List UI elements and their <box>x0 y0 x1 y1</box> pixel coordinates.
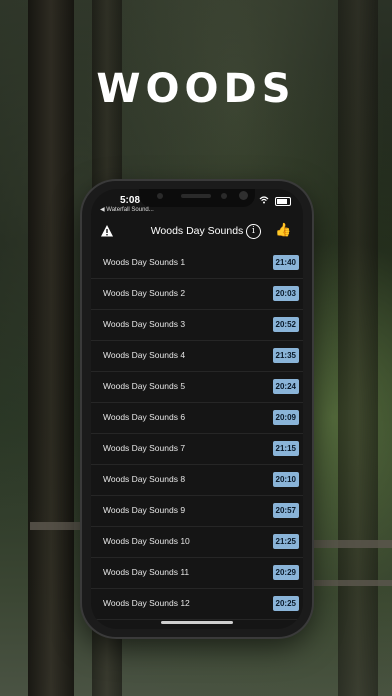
track-duration-badge: 21:25 <box>272 534 299 549</box>
track-title: Woods Day Sounds 5 <box>103 381 186 391</box>
track-row[interactable]: Woods Day Sounds 8 20:10 <box>91 465 303 496</box>
track-title: Woods Day Sounds 12 <box>103 598 190 608</box>
track-row[interactable]: Woods Day Sounds 9 20:57 <box>91 496 303 527</box>
brand-title: WOODS <box>96 66 296 112</box>
track-title: Woods Day Sounds 6 <box>103 412 186 422</box>
thumbs-up-icon[interactable]: 👍 <box>275 222 291 238</box>
track-duration-badge: 21:35 <box>272 348 299 363</box>
bridge-rail <box>300 580 392 586</box>
track-title: Woods Day Sounds 2 <box>103 288 186 298</box>
page-title: Woods Day Sounds <box>150 225 244 237</box>
track-duration-badge: 20:52 <box>272 317 299 332</box>
phone-frame: 5:08 ◀ Waterfall Sound... Woods Day Soun… <box>82 181 312 637</box>
track-row[interactable]: Woods Day Sounds 6 20:09 <box>91 403 303 434</box>
bridge-rail <box>30 522 82 530</box>
track-title: Woods Day Sounds 10 <box>103 536 190 546</box>
track-title: Woods Day Sounds 4 <box>103 350 186 360</box>
track-row[interactable]: Woods Day Sounds 5 20:24 <box>91 372 303 403</box>
track-row[interactable]: Woods Day Sounds 12 20:25 <box>91 589 303 620</box>
track-row[interactable]: Woods Day Sounds 2 20:03 <box>91 279 303 310</box>
track-row[interactable]: Woods Day Sounds 11 20:29 <box>91 558 303 589</box>
track-row[interactable]: Woods Day Sounds 1 21:40 <box>91 248 303 279</box>
track-duration-badge: 20:57 <box>272 503 299 518</box>
home-indicator[interactable] <box>161 621 233 624</box>
track-duration-badge: 20:24 <box>272 379 299 394</box>
wifi-icon <box>259 196 272 206</box>
track-title: Woods Day Sounds 11 <box>103 567 190 577</box>
notch <box>139 189 255 207</box>
track-title: Woods Day Sounds 9 <box>103 505 186 515</box>
status-time: 5:08 <box>120 195 141 206</box>
track-duration-badge: 20:29 <box>272 565 299 580</box>
track-row[interactable]: Woods Day Sounds 7 21:15 <box>91 434 303 465</box>
track-title: Woods Day Sounds 7 <box>103 443 186 453</box>
track-title: Woods Day Sounds 3 <box>103 319 186 329</box>
track-list: Woods Day Sounds 1 21:40 Woods Day Sounds … <box>91 248 303 620</box>
track-row[interactable]: Woods Day Sounds 3 20:52 <box>91 310 303 341</box>
navigation-bar: Woods Day Sounds <box>91 216 303 246</box>
track-duration-badge: 21:40 <box>272 255 299 270</box>
track-row[interactable]: Woods Day Sounds 4 21:35 <box>91 341 303 372</box>
track-duration-badge: 21:15 <box>272 441 299 456</box>
status-indicators <box>259 196 291 207</box>
track-title: Woods Day Sounds 8 <box>103 474 186 484</box>
battery-icon <box>275 197 291 207</box>
status-back-link[interactable]: ◀ Waterfall Sound... <box>100 206 154 213</box>
track-row[interactable]: Woods Day Sounds 10 21:25 <box>91 527 303 558</box>
track-duration-badge: 20:09 <box>272 410 299 425</box>
track-duration-badge: 20:10 <box>272 472 299 487</box>
bridge-rail <box>300 540 392 548</box>
track-title: Woods Day Sounds 1 <box>103 257 186 267</box>
phone-screen: 5:08 ◀ Waterfall Sound... Woods Day Soun… <box>91 189 303 629</box>
info-icon[interactable]: i <box>246 224 261 239</box>
track-duration-badge: 20:25 <box>272 596 299 611</box>
track-duration-badge: 20:03 <box>272 286 299 301</box>
